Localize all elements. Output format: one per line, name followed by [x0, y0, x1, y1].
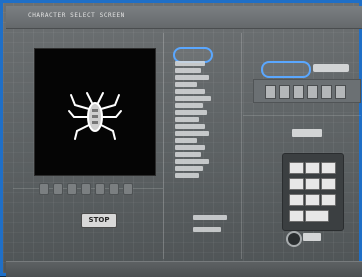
list-item[interactable]	[175, 89, 205, 94]
status-chip	[292, 129, 322, 137]
window-title: CHARACTER SELECT SCREEN	[28, 12, 125, 19]
list-item[interactable]	[193, 215, 227, 220]
list-item[interactable]	[175, 75, 209, 80]
keypad-key[interactable]	[321, 178, 336, 190]
slot-knob[interactable]	[39, 183, 49, 195]
keypad-key[interactable]	[305, 194, 320, 206]
highlighted-selector[interactable]	[261, 61, 311, 78]
selector-field[interactable]	[313, 64, 349, 72]
list-item[interactable]	[175, 103, 203, 108]
keypad-key[interactable]	[289, 194, 304, 206]
slot-knob[interactable]	[95, 183, 105, 195]
control-button[interactable]	[293, 85, 304, 99]
divider-line	[243, 115, 361, 116]
slot-knob[interactable]	[109, 183, 119, 195]
keypad-key[interactable]	[321, 194, 336, 206]
list-item[interactable]	[193, 227, 221, 232]
control-button[interactable]	[279, 85, 290, 99]
bottom-bar	[6, 261, 362, 277]
keypad-key[interactable]	[289, 178, 304, 190]
control-button[interactable]	[335, 85, 346, 99]
divider-line	[241, 33, 242, 259]
title-bar: CHARACTER SELECT SCREEN	[6, 6, 362, 29]
list-item[interactable]	[175, 145, 205, 150]
slot-knob[interactable]	[81, 183, 91, 195]
slot-knob[interactable]	[53, 183, 63, 195]
list-item[interactable]	[175, 166, 203, 171]
list-item[interactable]	[175, 61, 205, 66]
slot-knob[interactable]	[67, 183, 77, 195]
middle-list	[175, 61, 221, 180]
list-item[interactable]	[175, 138, 197, 143]
control-button[interactable]	[307, 85, 318, 99]
stop-button[interactable]: STOP	[81, 213, 117, 228]
keypad-enter-key[interactable]	[305, 210, 329, 222]
power-button[interactable]	[286, 231, 302, 247]
control-button[interactable]	[321, 85, 332, 99]
list-item[interactable]	[175, 110, 207, 115]
list-item[interactable]	[175, 68, 201, 73]
keypad-key[interactable]	[305, 162, 320, 174]
list-item[interactable]	[175, 152, 201, 157]
character-preview	[34, 48, 156, 176]
control-button[interactable]	[265, 85, 276, 99]
slot-knob[interactable]	[123, 183, 133, 195]
list-item[interactable]	[175, 82, 197, 87]
list-item[interactable]	[175, 96, 211, 101]
list-item[interactable]	[175, 117, 199, 122]
keypad-key[interactable]	[321, 162, 336, 174]
keypad-key[interactable]	[305, 178, 320, 190]
keypad-key[interactable]	[289, 210, 304, 222]
keypad-key[interactable]	[289, 162, 304, 174]
list-item[interactable]	[175, 124, 205, 129]
list-item[interactable]	[175, 159, 209, 164]
list-item[interactable]	[175, 173, 199, 178]
insect-icon	[68, 92, 122, 140]
divider-line	[163, 33, 164, 259]
list-item[interactable]	[175, 131, 209, 136]
mini-button[interactable]	[303, 233, 321, 241]
app-window: CHARACTER SELECT SCREEN STOP	[0, 0, 362, 277]
keypad	[282, 153, 344, 231]
